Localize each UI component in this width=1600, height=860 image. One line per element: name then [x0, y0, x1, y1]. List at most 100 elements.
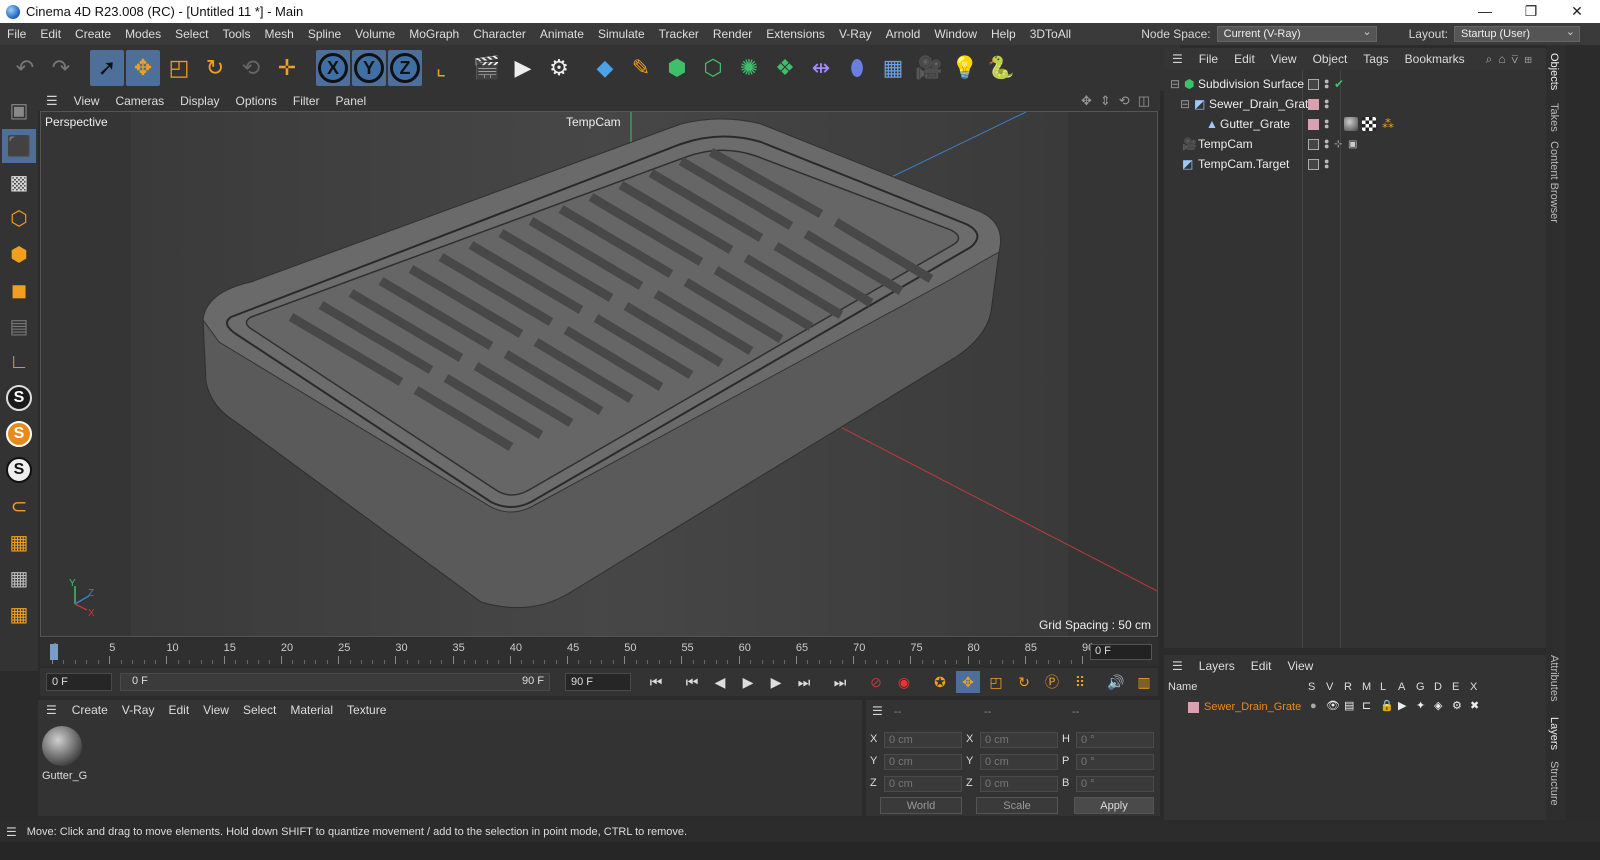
axis-mode-button[interactable]: ∟: [2, 345, 36, 379]
render-dots-icon[interactable]: ● ●: [1324, 157, 1329, 171]
object-row-tempcam[interactable]: 🎥 TempCam ● ● ⊹ ▣: [1164, 134, 1546, 154]
layer-menu-layers[interactable]: Layers: [1191, 659, 1243, 673]
object-row-sewer-drain-grate[interactable]: ⊟ ◩ Sewer_Drain_Grate ● ●: [1164, 94, 1546, 114]
rotation-key-button[interactable]: ↻: [1012, 671, 1036, 693]
menu-spline[interactable]: Spline: [301, 27, 348, 41]
object-menu-file[interactable]: File: [1191, 52, 1226, 66]
coord-value-field[interactable]: 0 °: [1076, 776, 1154, 792]
menu-modes[interactable]: Modes: [118, 27, 168, 41]
layer-name[interactable]: Sewer_Drain_Grate: [1204, 701, 1301, 713]
solo-single-button[interactable]: S: [2, 417, 36, 451]
layer-deformers-icon[interactable]: ◈: [1434, 699, 1442, 712]
keyframe-selection-button[interactable]: ✪: [928, 671, 952, 693]
selection-tag-icon[interactable]: ⁂: [1382, 117, 1394, 131]
collapse-icon[interactable]: ⊟: [1170, 77, 1180, 91]
python-button[interactable]: 🐍: [984, 50, 1018, 86]
side-tab-objects[interactable]: Objects: [1548, 53, 1560, 90]
undo-button[interactable]: ↶: [8, 50, 42, 86]
side-tab-structure[interactable]: Structure: [1548, 761, 1560, 806]
field-button[interactable]: ⬮: [840, 50, 874, 86]
object-row-subdivision-surface[interactable]: ⊟ ⬢ Subdivision Surface ● ● ✔: [1164, 74, 1546, 94]
extrude-button[interactable]: ⬡: [696, 50, 730, 86]
coord-value-field[interactable]: 0 cm: [980, 732, 1058, 748]
edges-mode-button[interactable]: ⬢: [2, 237, 36, 271]
mograph-button[interactable]: ❖: [768, 50, 802, 86]
material-preview-ball[interactable]: [42, 726, 82, 766]
z-axis-lock-button[interactable]: Z: [388, 50, 422, 86]
coord-value-field[interactable]: 0 cm: [980, 776, 1058, 792]
layer-color-swatch[interactable]: [1188, 702, 1199, 713]
viewport-pan-icon[interactable]: ✥: [1081, 93, 1092, 109]
transform-tool-button[interactable]: ✛: [270, 50, 304, 86]
menu-extensions[interactable]: Extensions: [759, 27, 832, 41]
point-level-key-button[interactable]: ⠿: [1068, 671, 1092, 693]
live-selection-button[interactable]: ➚: [90, 50, 124, 86]
uv-mode-button[interactable]: ▤: [2, 309, 36, 343]
menu-character[interactable]: Character: [466, 27, 533, 41]
render-dots-icon[interactable]: ● ●: [1324, 77, 1329, 91]
pen-button[interactable]: ✎: [624, 50, 658, 86]
scale-key-button[interactable]: ◰: [984, 671, 1008, 693]
menu-select[interactable]: Select: [168, 27, 215, 41]
sound-button[interactable]: 🔊: [1104, 671, 1128, 693]
menu-volume[interactable]: Volume: [348, 27, 402, 41]
perspective-viewport[interactable]: Perspective TempCam Y Z X Grid Spacing :…: [40, 111, 1158, 637]
x-axis-lock-button[interactable]: X: [316, 50, 350, 86]
layer-color-swatch[interactable]: [1308, 98, 1319, 110]
viewport-orbit-icon[interactable]: ⟲: [1119, 93, 1130, 109]
subdivision-surface-button[interactable]: ⬢: [660, 50, 694, 86]
layer-expressions-icon[interactable]: ⚙: [1452, 699, 1462, 712]
target-tag-icon[interactable]: ⊹: [1334, 139, 1342, 150]
material-menu-material[interactable]: Material: [283, 703, 340, 717]
render-view-button[interactable]: 🎬: [470, 50, 504, 86]
object-menu-tags[interactable]: Tags: [1355, 52, 1396, 66]
record-active-objects-button[interactable]: ⊘: [864, 671, 888, 693]
camera-button[interactable]: 🎥: [912, 50, 946, 86]
autokey-button[interactable]: ◉: [892, 671, 916, 693]
coord-value-field[interactable]: 0 cm: [884, 754, 962, 770]
locked-workplane-button[interactable]: ▦: [2, 561, 36, 595]
parameter-key-button[interactable]: Ⓟ: [1040, 671, 1064, 693]
rotate-tool-button[interactable]: ↻: [198, 50, 232, 86]
coord-value-field[interactable]: 0 °: [1076, 732, 1154, 748]
visibility-toggle[interactable]: [1308, 138, 1319, 150]
viewport-maximize-icon[interactable]: ◫: [1138, 93, 1150, 109]
material-menu-hamburger-icon[interactable]: ☰: [46, 703, 57, 717]
collapse-icon[interactable]: ⊟: [1180, 97, 1190, 111]
light-button[interactable]: 💡: [948, 50, 982, 86]
layer-color-swatch[interactable]: [1308, 118, 1319, 130]
render-dots-icon[interactable]: ● ●: [1324, 117, 1329, 131]
restore-button[interactable]: ❐: [1508, 3, 1554, 20]
coord-value-field[interactable]: 0 cm: [884, 732, 962, 748]
previous-key-button[interactable]: ⏮: [680, 671, 704, 693]
side-tab-attributes[interactable]: Attributes: [1548, 655, 1560, 701]
visibility-toggle[interactable]: [1308, 78, 1319, 90]
menu-edit[interactable]: Edit: [33, 27, 68, 41]
go-to-end-button[interactable]: ⏭: [828, 671, 852, 693]
coordinate-mode-select[interactable]: Scale: [976, 797, 1058, 814]
coord-value-field[interactable]: 0 °: [1076, 754, 1154, 770]
cloner-button[interactable]: ✺: [732, 50, 766, 86]
status-menu-hamburger-icon[interactable]: ☰: [6, 825, 17, 839]
planar-workplane-button[interactable]: ▦: [2, 597, 36, 631]
coordinate-system-button[interactable]: ⌞: [424, 50, 458, 86]
viewport-dolly-icon[interactable]: ⇕: [1100, 93, 1111, 109]
coord-value-field[interactable]: 0 cm: [980, 754, 1058, 770]
timeline-film-button[interactable]: ▥: [1132, 671, 1156, 693]
viewport-menu-panel[interactable]: Panel: [328, 94, 375, 108]
enabled-check-icon[interactable]: ✔: [1334, 77, 1344, 91]
next-key-button[interactable]: ⏭: [792, 671, 816, 693]
material-tag-icon[interactable]: [1344, 117, 1358, 131]
layer-render-icon[interactable]: ▤: [1344, 699, 1354, 712]
menu-simulate[interactable]: Simulate: [591, 27, 652, 41]
material-menu-edit[interactable]: Edit: [161, 703, 196, 717]
solo-hierarchy-button[interactable]: S: [2, 453, 36, 487]
viewport-menu-filter[interactable]: Filter: [285, 94, 328, 108]
layer-generators-icon[interactable]: ✦: [1416, 699, 1425, 712]
end-frame-field[interactable]: 90 F: [565, 673, 631, 691]
apply-button[interactable]: Apply: [1074, 797, 1154, 814]
material-menu-texture[interactable]: Texture: [340, 703, 393, 717]
layer-solo-icon[interactable]: ●: [1310, 700, 1317, 712]
viewport-menu-display[interactable]: Display: [172, 94, 227, 108]
start-frame-field[interactable]: 0 F: [46, 673, 112, 691]
